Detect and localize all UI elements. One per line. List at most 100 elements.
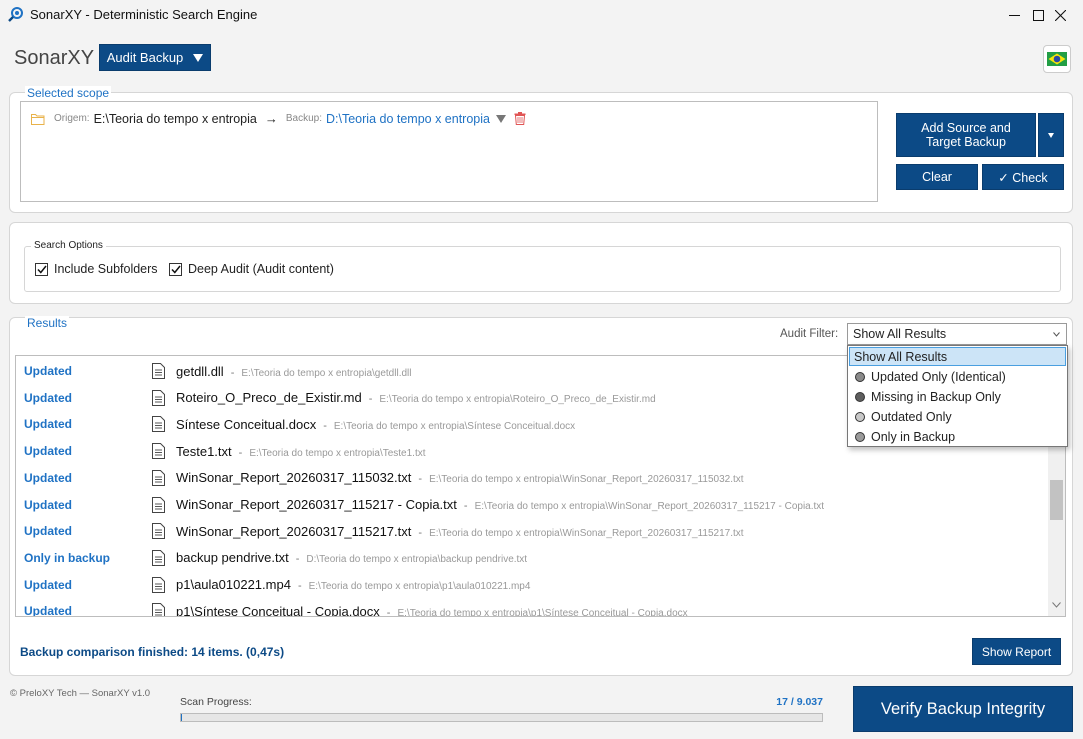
add-source-dropdown-button[interactable] — [1038, 113, 1064, 157]
result-row[interactable]: Updated p1\Síntese Conceitual - Copia.doc… — [16, 598, 1048, 617]
filter-option-label: Show All Results — [854, 349, 948, 364]
deep-audit-label: Deep Audit (Audit content) — [188, 262, 334, 276]
result-status: Updated — [24, 470, 72, 485]
scrollbar-thumb[interactable] — [1050, 480, 1063, 520]
result-row[interactable]: Only in backup backup pendrive.txt - D:\Teo… — [16, 545, 1048, 571]
result-status: Updated — [24, 390, 72, 405]
status-dot-icon — [855, 371, 865, 382]
add-source-target-button[interactable]: Add Source and Target Backup — [896, 113, 1036, 157]
result-file-path: E:\Teoria do tempo x entropia\Roteiro_O_… — [379, 394, 656, 406]
filter-option-label: Only in Backup — [871, 429, 956, 444]
audit-filter-select[interactable]: Show All Results — [847, 323, 1067, 345]
result-file-name: Síntese Conceitual.docx — [176, 416, 317, 432]
caret-down-icon — [1048, 132, 1054, 138]
clear-button[interactable]: Clear — [896, 164, 978, 190]
result-file-path: E:\Teoria do tempo x entropia\WinSonar_R… — [429, 527, 744, 539]
origin-label: Origem: — [54, 113, 90, 124]
selected-scope-label: Selected scope — [25, 86, 112, 100]
close-icon — [1054, 9, 1066, 21]
filter-option[interactable]: Show All Results — [849, 347, 1066, 366]
result-separator: - — [230, 366, 235, 379]
status-dot-icon — [855, 411, 865, 422]
caret-down-icon — [193, 53, 204, 62]
result-file-name: p1\aula010221.mp4 — [176, 577, 291, 593]
result-separator: - — [386, 606, 391, 617]
result-row[interactable]: Updated WinSonar_Report_20260317_115217 -… — [16, 492, 1048, 518]
backup-path: D:\Teoria do tempo x entropia — [326, 111, 490, 126]
result-file-name: getdll.dll — [176, 363, 224, 379]
deep-audit-checkbox[interactable] — [169, 262, 182, 276]
file-icon — [152, 443, 165, 460]
scan-progress-count: 17 / 9.037 — [776, 696, 823, 708]
result-status: Updated — [24, 604, 72, 617]
result-file-path: E:\Teoria do tempo x entropia\Teste1.txt — [249, 447, 426, 459]
result-separator: - — [418, 473, 423, 486]
verify-backup-integrity-button[interactable]: Verify Backup Integrity — [853, 686, 1073, 732]
title-bar: SonarXY - Deterministic Search Engine — [0, 0, 1083, 30]
app-name: SonarXY — [14, 47, 95, 69]
scope-list: Origem: E:\Teoria do tempo x entropia → … — [20, 101, 878, 202]
result-separator: - — [295, 553, 300, 566]
result-separator: - — [418, 526, 423, 539]
status-dot-icon — [855, 431, 865, 442]
include-subfolders-checkbox[interactable] — [35, 262, 48, 276]
result-file-name: WinSonar_Report_20260317_115217 - Copia.… — [176, 497, 457, 512]
result-file-name: Teste1.txt — [176, 443, 232, 459]
result-file-path: E:\Teoria do tempo x entropia\p1\aula010… — [308, 581, 531, 593]
result-row[interactable]: Updated WinSonar_Report_20260317_115032.t… — [16, 465, 1048, 491]
file-icon — [152, 603, 165, 616]
result-file-path: E:\Teoria do tempo x entropia\getdll.dll — [241, 367, 412, 379]
backup-label: Backup: — [285, 113, 322, 124]
result-separator: - — [297, 580, 302, 593]
result-separator: - — [463, 500, 468, 512]
scope-entry[interactable]: Origem: E:\Teoria do tempo x entropia → … — [31, 111, 526, 126]
result-file-path: E:\Teoria do tempo x entropia\WinSonar_R… — [474, 501, 825, 512]
show-report-button[interactable]: Show Report — [972, 638, 1061, 665]
file-icon — [152, 576, 165, 593]
scroll-down-icon[interactable] — [1052, 602, 1061, 608]
sonar-app-icon — [8, 7, 23, 22]
audit-backup-mode-button[interactable]: Audit Backup — [99, 44, 211, 71]
file-icon — [152, 496, 165, 513]
scan-progress-bar — [180, 713, 823, 722]
folder-icon — [31, 113, 45, 125]
result-status: Updated — [24, 444, 72, 459]
result-file-name: WinSonar_Report_20260317_115032.txt — [176, 470, 412, 486]
audit-filter-options: Show All Results Updated Only (Identical)… — [847, 345, 1068, 447]
result-file-name: WinSonar_Report_20260317_115217.txt — [176, 523, 412, 539]
filter-option-label: Outdated Only — [871, 409, 952, 424]
results-label: Results — [25, 316, 70, 330]
include-subfolders-option[interactable]: Include Subfolders — [35, 262, 158, 276]
copyright-text: © PreloXY Tech — SonarXY v1.0 — [10, 688, 151, 699]
include-subfolders-label: Include Subfolders — [54, 262, 158, 276]
origin-path: E:\Teoria do tempo x entropia — [93, 111, 257, 126]
result-file-name: backup pendrive.txt — [176, 550, 289, 566]
result-file-path: D:\Teoria do tempo x entropia\backup pen… — [306, 554, 528, 566]
result-file-path: E:\Teoria do tempo x entropia\Síntese Co… — [333, 420, 576, 432]
filter-option[interactable]: Missing in Backup Only — [849, 387, 1066, 406]
audit-filter-value: Show All Results — [853, 327, 947, 341]
filter-option-label: Missing in Backup Only — [871, 389, 1001, 404]
backup-dropdown-icon[interactable] — [495, 114, 506, 123]
file-icon — [152, 416, 165, 433]
result-file-name: p1\Síntese Conceitual - Copia.docx — [176, 603, 380, 617]
language-flag-button[interactable] — [1043, 45, 1071, 73]
audit-filter-label: Audit Filter: — [780, 328, 839, 340]
result-row[interactable]: Updated p1\aula010221.mp4- E:\Teoria do te… — [16, 572, 1048, 598]
filter-option[interactable]: Updated Only (Identical) — [849, 367, 1066, 386]
filter-option-label: Updated Only (Identical) — [871, 369, 1006, 384]
checkmark-icon — [36, 265, 47, 274]
close-button[interactable] — [1037, 0, 1083, 30]
trash-icon[interactable] — [514, 112, 526, 125]
chevron-down-icon — [1053, 332, 1060, 337]
mode-button-label: Audit Backup — [106, 50, 184, 65]
deep-audit-option[interactable]: Deep Audit (Audit content) — [169, 262, 334, 276]
scan-progress-fill — [181, 714, 183, 721]
filter-option[interactable]: Only in Backup — [849, 427, 1066, 446]
status-dot-icon — [855, 391, 865, 402]
check-button[interactable]: ✓ Check — [982, 164, 1064, 190]
filter-option[interactable]: Outdated Only — [849, 407, 1066, 426]
checkmark-icon — [170, 265, 181, 274]
result-status: Updated — [24, 577, 72, 592]
result-row[interactable]: Updated WinSonar_Report_20260317_115217.t… — [16, 518, 1048, 544]
